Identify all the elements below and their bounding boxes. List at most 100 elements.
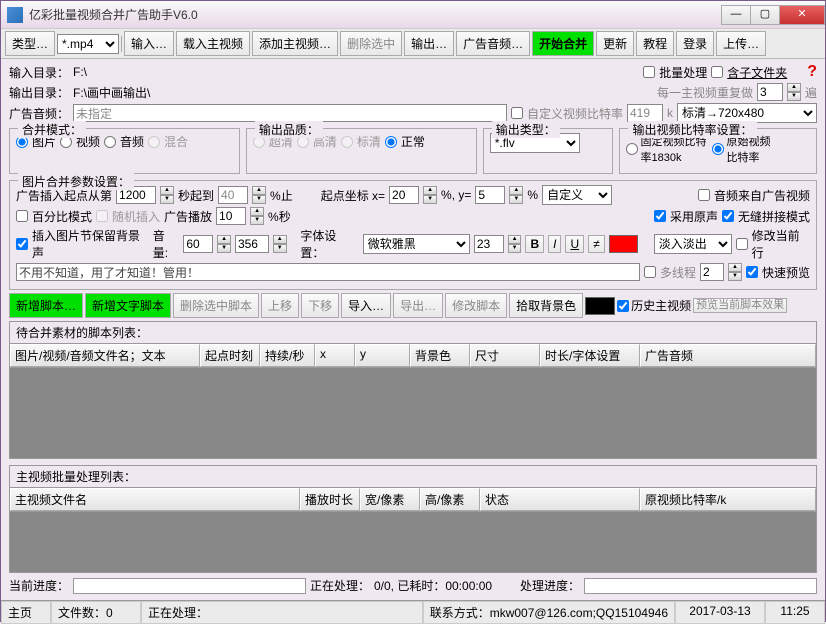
text-color-swatch[interactable] (609, 235, 638, 253)
fontsize-input[interactable] (474, 235, 504, 253)
processing-value: 0/0, 已耗时：00:00:00 (374, 577, 492, 594)
import-button[interactable]: 导入… (341, 293, 391, 318)
ad-audio-value[interactable] (73, 104, 507, 122)
load-main-button[interactable]: 载入主视频 (176, 31, 250, 56)
font-select[interactable]: 微软雅黑 (363, 234, 470, 254)
maximize-button[interactable]: ▢ (750, 5, 780, 25)
repeat-spinner[interactable]: ▲▼ (787, 83, 801, 101)
new-script-button[interactable]: 新增脚本… (9, 293, 83, 318)
orig-audio-checkbox[interactable] (654, 210, 666, 222)
quality-title: 输出品质： (255, 121, 323, 138)
main-video-list-panel: 主视频批量处理列表： 主视频文件名 播放时长 宽/像素 高/像素 状态 原视频比… (9, 465, 817, 573)
bg-color-swatch[interactable] (585, 297, 615, 315)
end-input[interactable] (218, 186, 248, 204)
percent-checkbox[interactable] (16, 210, 28, 222)
status-main[interactable]: 主页 (1, 601, 51, 624)
add-main-button[interactable]: 添加主视频… (252, 31, 338, 56)
minimize-button[interactable]: — (721, 5, 751, 25)
br-fixed-radio[interactable] (626, 143, 638, 155)
ad-audio-button[interactable]: 广告音频… (456, 31, 530, 56)
batch-label: 批量处理 (659, 64, 707, 81)
output-dir-value: F:\画中画输出\ (73, 84, 653, 101)
del-script-button[interactable]: 删除选中脚本 (173, 293, 259, 318)
export-button[interactable]: 导出… (393, 293, 443, 318)
type-button[interactable]: 类型… (5, 31, 55, 56)
script-toolbar: 新增脚本… 新增文字脚本 删除选中脚本 上移 下移 导入… 导出… 修改脚本 拾… (9, 293, 817, 318)
custom-bitrate-label: 自定义视频比特率 (527, 105, 623, 122)
strike-button[interactable]: ≠ (588, 235, 605, 253)
preset-select[interactable]: 标清→720x480 (677, 103, 817, 123)
tutorial-button[interactable]: 教程 (636, 31, 674, 56)
bitrate-input[interactable] (627, 104, 663, 122)
playcount-input[interactable] (216, 207, 246, 225)
italic-button[interactable]: I (548, 235, 561, 253)
script-list-title: 待合并素材的脚本列表： (10, 322, 816, 344)
down-button[interactable]: 下移 (301, 293, 339, 318)
proc-progress-bar (584, 578, 817, 594)
status-contact: 联系方式：mkw007@126.com;QQ15104946 (423, 601, 675, 624)
mode-audio-radio[interactable] (104, 136, 116, 148)
vol2-input[interactable] (235, 235, 269, 253)
update-button[interactable]: 更新 (596, 31, 634, 56)
fastpreview-checkbox[interactable] (746, 266, 758, 278)
new-text-script-button[interactable]: 新增文字脚本 (85, 293, 171, 318)
y-input[interactable] (475, 186, 505, 204)
y-spinner[interactable]: ▲▼ (509, 186, 523, 204)
batch-checkbox[interactable] (643, 66, 655, 78)
audio-from-ad-checkbox[interactable] (698, 189, 710, 201)
repeat-label: 每一主视频重复做 (657, 84, 753, 101)
br-orig-radio[interactable] (712, 143, 724, 155)
history-checkbox[interactable] (617, 300, 629, 312)
login-button[interactable]: 登录 (676, 31, 714, 56)
thread-input[interactable] (700, 263, 724, 281)
x-spinner[interactable]: ▲▼ (423, 186, 437, 204)
start-spinner[interactable]: ▲▼ (160, 186, 174, 204)
close-button[interactable]: ✕ (779, 5, 825, 25)
output-button[interactable]: 输出… (404, 31, 454, 56)
seamless-checkbox[interactable] (722, 210, 734, 222)
help-icon[interactable]: ? (807, 63, 817, 81)
vol-spinner[interactable]: ▲▼ (217, 235, 231, 253)
script-list-header: 图片/视频/音频文件名；文本 起点时刻 持续/秒 x y 背景色 尺寸 时长/字… (10, 344, 816, 368)
modify-script-button[interactable]: 修改脚本 (445, 293, 507, 318)
vol-input[interactable] (183, 235, 213, 253)
script-list-body[interactable] (10, 368, 816, 458)
keepbg-checkbox[interactable] (16, 238, 28, 250)
modifyrow-checkbox[interactable] (736, 238, 748, 250)
fontsize-spinner[interactable]: ▲▼ (508, 235, 522, 253)
main-video-list-body[interactable] (10, 512, 816, 572)
start-merge-button[interactable]: 开始合并 (532, 31, 594, 56)
upload-button[interactable]: 上传… (716, 31, 766, 56)
x-input[interactable] (389, 186, 419, 204)
main-video-list-title: 主视频批量处理列表： (10, 466, 816, 488)
fade-select[interactable]: 淡入淡出 (654, 234, 732, 254)
repeat-input[interactable] (757, 83, 783, 101)
underline-button[interactable]: U (565, 235, 584, 253)
delete-selected-button[interactable]: 删除选中 (340, 31, 402, 56)
q-normal-radio[interactable] (385, 136, 397, 148)
preview-script-button[interactable]: 预览当前脚本效果 (693, 298, 787, 313)
subfolders-checkbox[interactable] (711, 66, 723, 78)
merge-mode-title: 合并模式： (18, 121, 86, 138)
custom-bitrate-checkbox[interactable] (511, 107, 523, 119)
random-checkbox[interactable] (96, 210, 108, 222)
up-button[interactable]: 上移 (261, 293, 299, 318)
pick-bg-button[interactable]: 拾取背景色 (509, 293, 583, 318)
input-dir-value: F:\ (73, 65, 639, 79)
vol2-spinner[interactable]: ▲▼ (273, 235, 287, 253)
marquee-text[interactable] (16, 263, 640, 281)
thread-spinner[interactable]: ▲▼ (728, 263, 742, 281)
output-dir-label: 输出目录： (9, 84, 69, 101)
end-spinner[interactable]: ▲▼ (252, 186, 266, 204)
input-button[interactable]: 输入… (124, 31, 174, 56)
custom-pos-select[interactable]: 自定义 (542, 185, 612, 205)
q-sd-radio[interactable] (341, 136, 353, 148)
playcount-spinner[interactable]: ▲▼ (250, 207, 264, 225)
type-select[interactable]: *.mp4 (57, 34, 119, 54)
multithread-checkbox[interactable] (644, 266, 656, 278)
mode-mix-radio[interactable] (148, 136, 160, 148)
bold-button[interactable]: B (525, 235, 544, 253)
main-toolbar: 类型… *.mp4 输入… 载入主视频 添加主视频… 删除选中 输出… 广告音频… (1, 29, 825, 59)
window-title: 亿彩批量视频合并广告助手V6.0 (29, 6, 722, 23)
processing-label: 正在处理： (310, 577, 370, 594)
